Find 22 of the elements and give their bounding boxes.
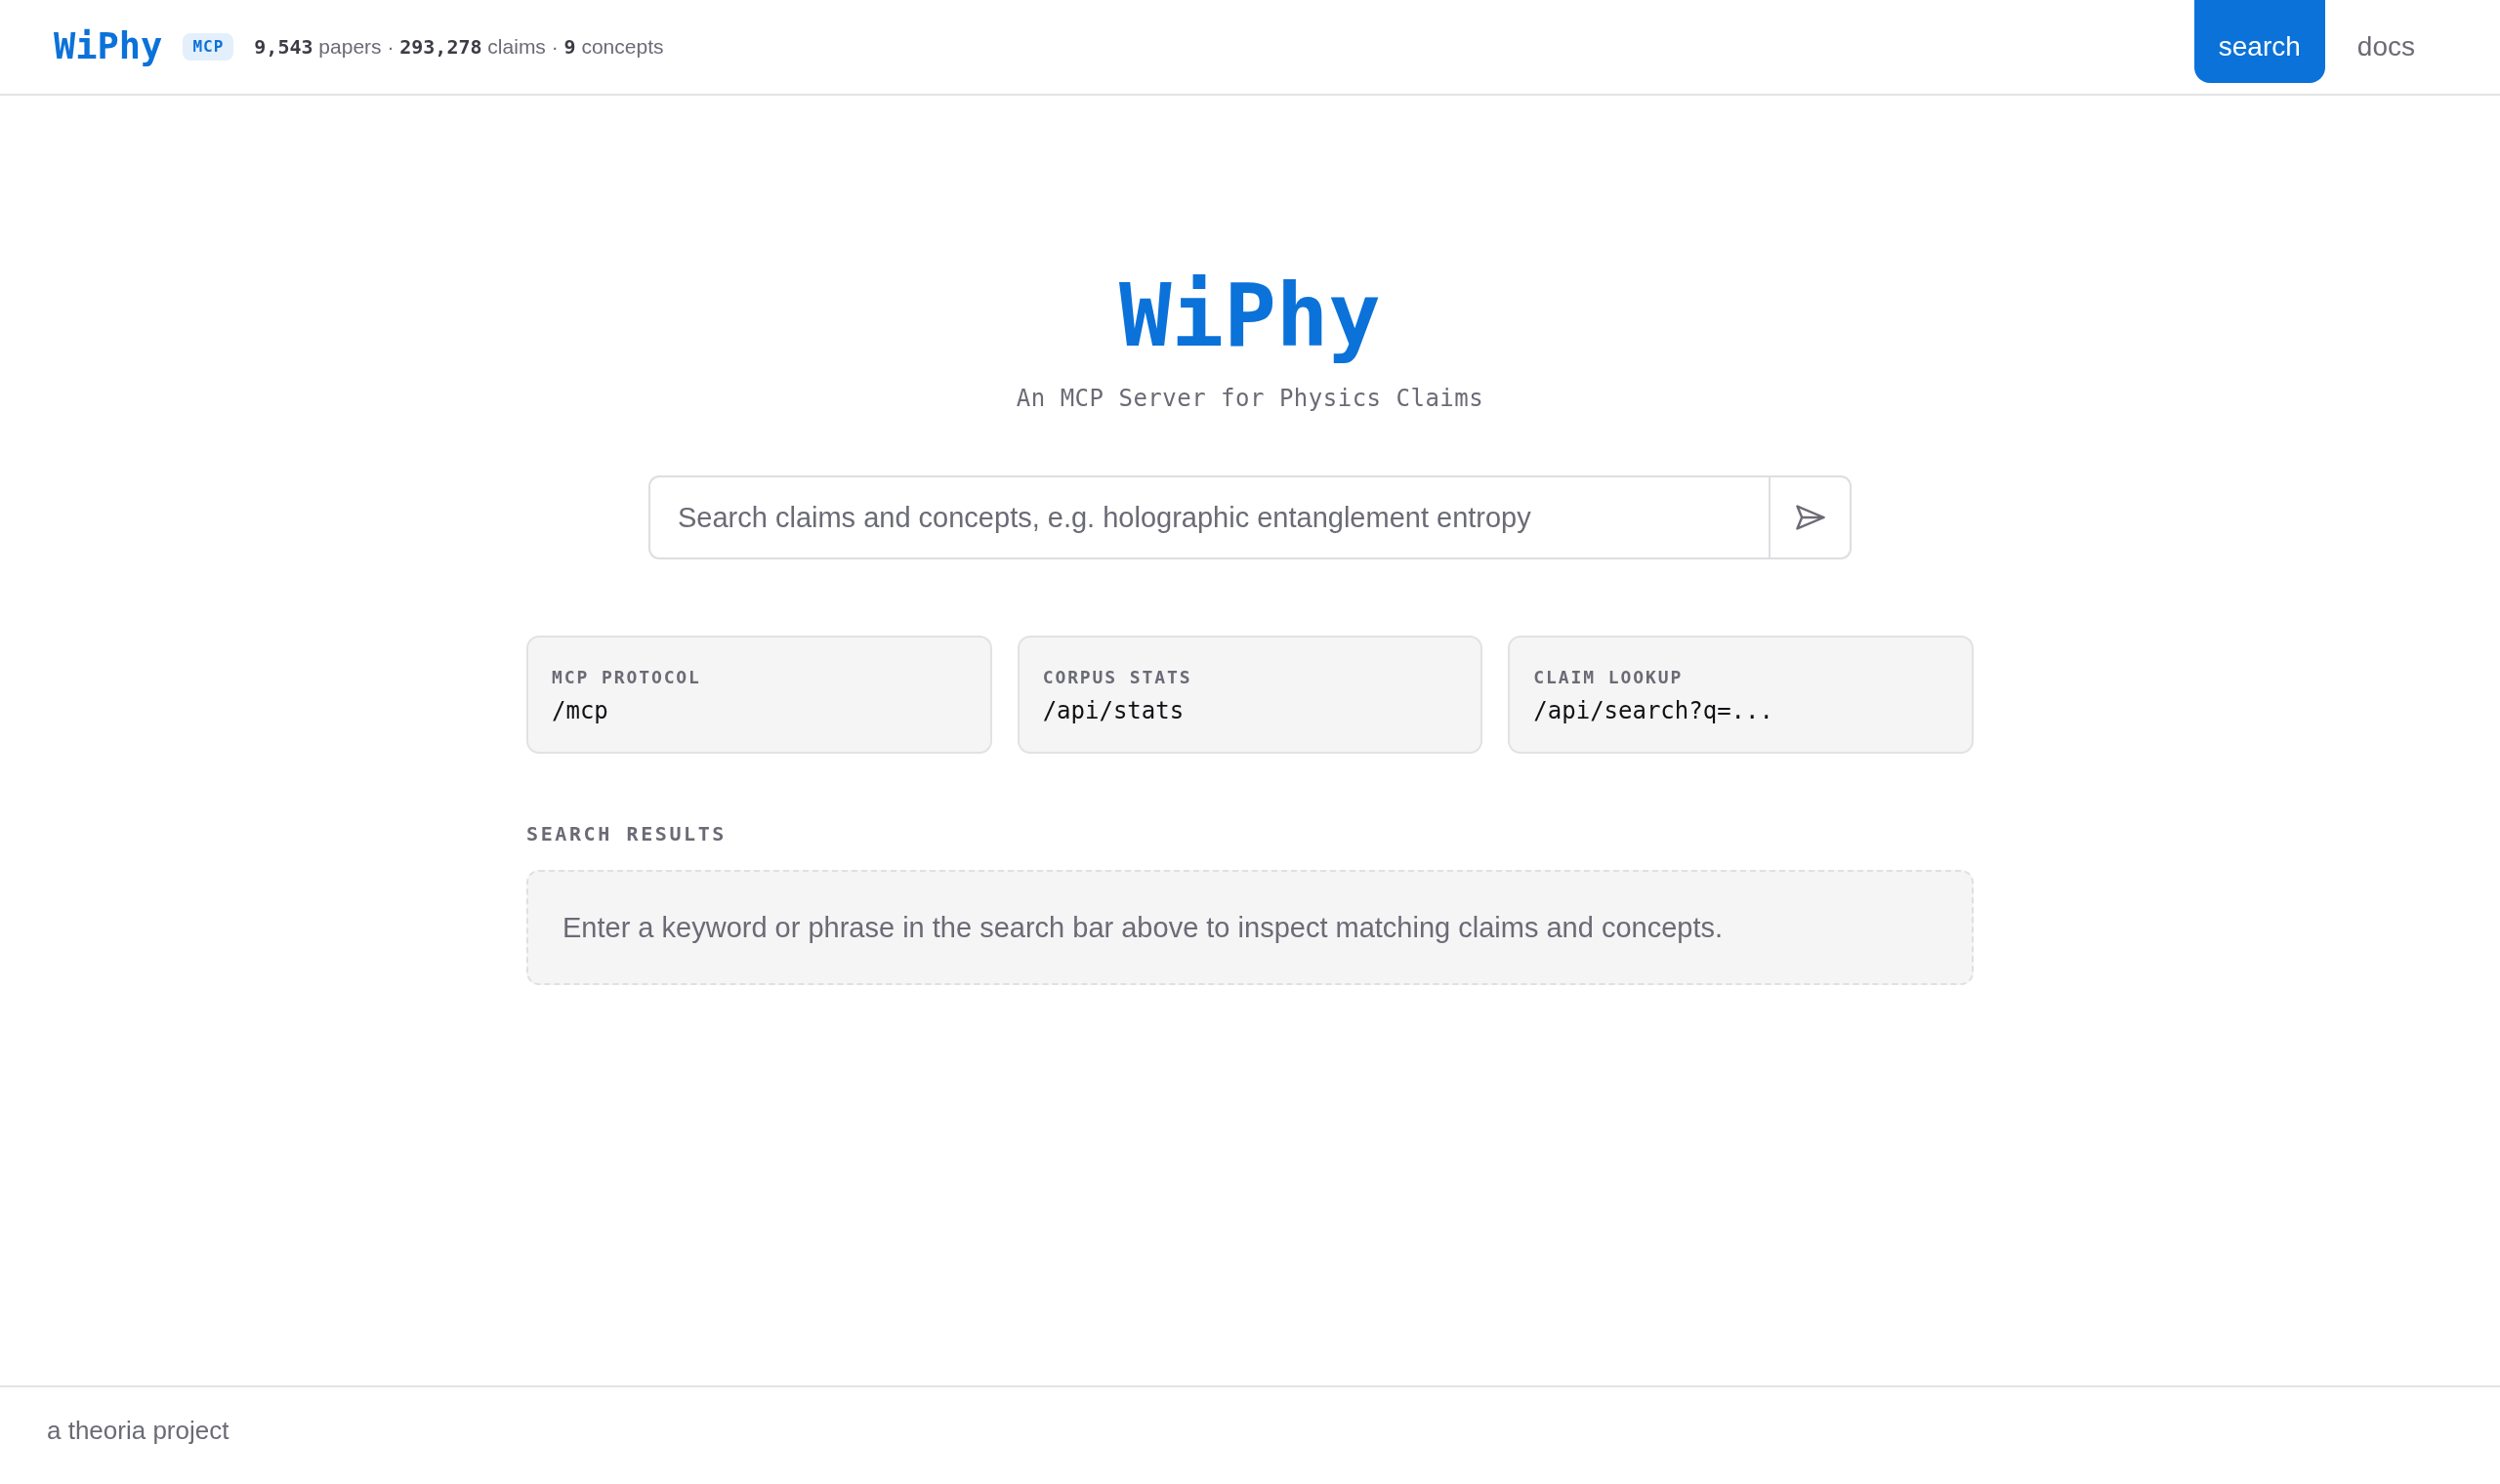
- search-field[interactable]: Search claims and concepts, e.g. holographic entanglement entropy: [648, 475, 1769, 559]
- card-label: CLAIM LOOKUP: [1533, 666, 1684, 689]
- hero-title: WiPhy: [1119, 267, 1381, 364]
- footer-text: a theoria project: [47, 1416, 229, 1445]
- endpoint-path: /api/search?q=...: [1533, 696, 1773, 726]
- endpoint-card[interactable]: MCP PROTOCOL /mcp: [526, 636, 992, 754]
- paper-plane-icon: [1795, 505, 1825, 530]
- endpoint-card[interactable]: CLAIM LOOKUP /api/search?q=...: [1508, 636, 1974, 754]
- nav-tab[interactable]: docs: [2332, 0, 2439, 83]
- nav-tab[interactable]: search: [2193, 0, 2325, 83]
- send-button[interactable]: [1769, 475, 1852, 559]
- empty-message: Enter a keyword or phrase in the search bar above to inspect matching claims and concepts.: [562, 911, 1724, 945]
- card-label: MCP PROTOCOL: [552, 666, 701, 689]
- endpoint-path: /mcp: [552, 696, 608, 726]
- endpoint-path: /api/stats: [1042, 696, 1185, 726]
- corpus-stats: 9,543 papers · 293,278 claims · 9 concepts: [254, 35, 664, 59]
- card-label: CORPUS STATS: [1042, 666, 1192, 689]
- hero-subtitle: An MCP Server for Physics Claims: [1016, 384, 1484, 413]
- endpoint-card[interactable]: CORPUS STATS /api/stats: [1017, 636, 1483, 754]
- logo[interactable]: WiPhy: [54, 25, 163, 68]
- product-badge: MCP: [183, 33, 234, 61]
- section-heading: SEARCH RESULTS: [526, 822, 727, 845]
